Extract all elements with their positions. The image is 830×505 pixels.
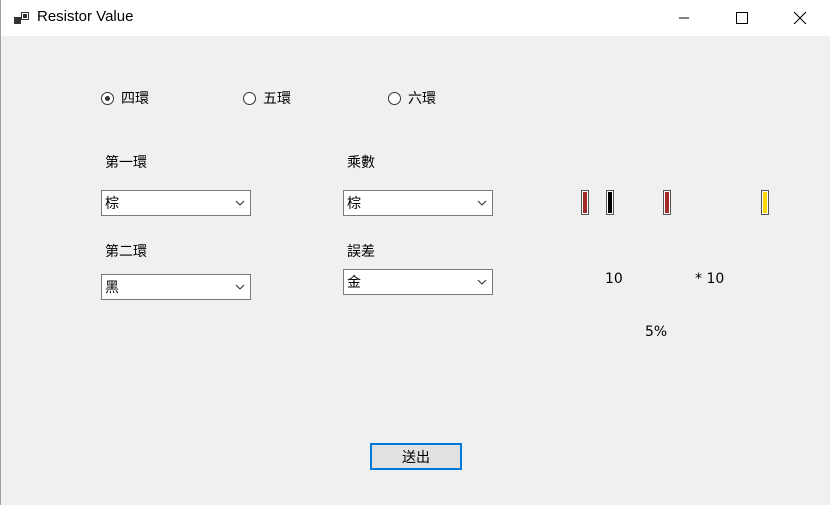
band-swatch-2 [606,190,614,215]
radio-five-band[interactable]: 五環 [243,88,291,108]
chevron-down-icon [230,191,250,215]
band-swatch-3 [663,190,671,215]
band2-select[interactable]: 黑 [101,274,251,300]
band1-select-value: 棕 [105,196,119,212]
band-swatch-fill [762,191,768,214]
radio-label: 四環 [121,91,149,107]
title-bar: Resistor Value [1,0,830,36]
tolerance-label: 誤差 [347,244,375,260]
band-swatch-fill [582,191,588,214]
maximize-icon [736,12,748,24]
radio-six-band[interactable]: 六環 [388,88,436,108]
radio-indicator [243,91,256,105]
radio-label: 五環 [263,91,291,107]
radio-four-band[interactable]: 四環 [101,88,149,108]
app-window: Resistor Value 四環 五環 六環 第一環 乘數 第二環 誤差 棕 … [0,0,830,505]
multiplier-label: 乘數 [347,155,375,171]
close-icon [793,11,807,25]
band1-label: 第一環 [105,155,147,171]
submit-button-label: 送出 [402,449,430,466]
chevron-down-icon [472,191,492,215]
chevron-down-icon [472,270,492,294]
tolerance-select-value: 金 [347,275,361,291]
multiplier-select[interactable]: 棕 [343,190,493,216]
radio-indicator [101,91,114,105]
maximize-button[interactable] [713,0,771,36]
window-title: Resistor Value [37,8,134,25]
band1-select[interactable]: 棕 [101,190,251,216]
multiplier-select-value: 棕 [347,196,361,212]
minimize-button[interactable] [655,0,713,36]
result-multiplier: * 10 [695,271,725,287]
close-button[interactable] [771,0,829,36]
band-swatch-fill [664,191,670,214]
radio-label: 六環 [408,91,436,107]
chevron-down-icon [230,275,250,299]
minimize-icon [679,17,689,19]
result-base-value: 10 [605,271,623,287]
band-swatch-fill [607,191,613,214]
band-swatch-1 [581,190,589,215]
submit-button[interactable]: 送出 [370,443,462,470]
tolerance-select[interactable]: 金 [343,269,493,295]
band2-label: 第二環 [105,244,147,260]
radio-indicator [388,91,401,105]
band-swatch-4 [761,190,769,215]
app-window-icon [14,12,29,24]
band2-select-value: 黑 [105,280,119,296]
result-tolerance: 5% [645,324,668,340]
